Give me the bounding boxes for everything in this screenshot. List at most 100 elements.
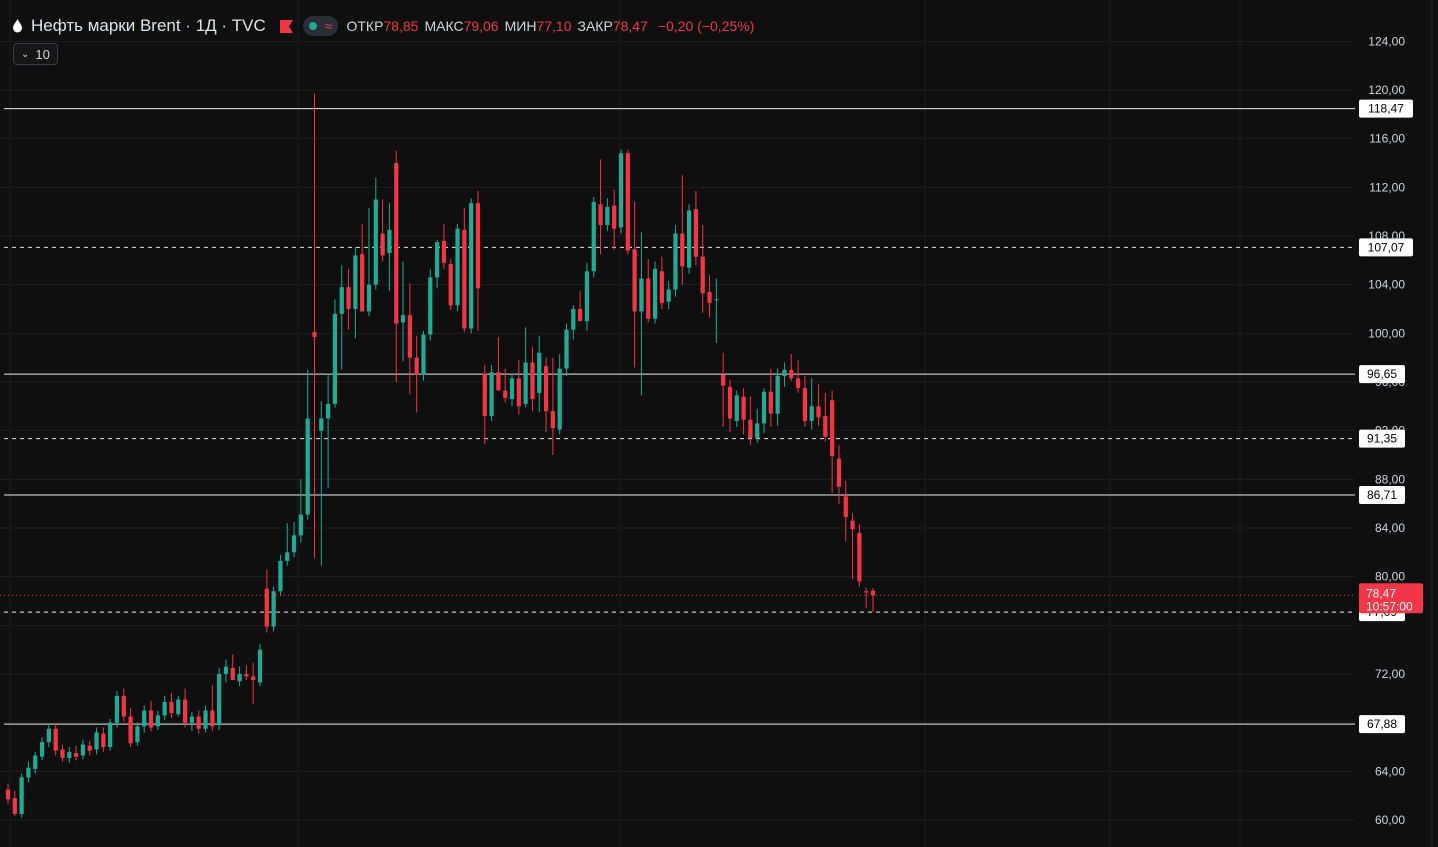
candle-body — [557, 368, 562, 430]
symbol-title[interactable]: Нефть марки Brent · 1Д · TVC — [31, 16, 266, 36]
candle-body — [326, 403, 331, 419]
candle-body — [721, 374, 726, 386]
candle-body — [680, 233, 685, 267]
candle-body — [475, 203, 481, 289]
candle-body — [836, 458, 842, 487]
candle-body — [795, 378, 801, 389]
oil-drop-icon — [13, 19, 22, 33]
candle-body — [857, 532, 862, 582]
candle-body — [217, 674, 222, 726]
ohlc-values: ОТКР78,85 МАКС79,06 МИН77,10 ЗАКР78,47 −… — [346, 18, 755, 34]
level-tag-label: 91,35 — [1367, 432, 1397, 446]
candle-body — [789, 369, 794, 379]
candle-body — [223, 666, 229, 674]
candle-body — [162, 701, 167, 716]
y-tick-label: 112,00 — [1369, 180, 1405, 194]
candle-body — [87, 745, 92, 751]
candle-body — [67, 751, 72, 758]
candle-body — [802, 388, 808, 421]
candle-body — [387, 229, 392, 254]
candle-body — [428, 277, 433, 335]
y-tick-label: 80,00 — [1375, 570, 1405, 584]
candle-body — [550, 411, 555, 429]
candle-body — [353, 255, 358, 309]
candle-body — [114, 695, 120, 723]
candle-body — [571, 309, 576, 330]
candle-body — [462, 229, 467, 329]
candle-body — [135, 726, 140, 743]
level-tags: 118,47107,0796,6591,3586,7177,0967,8878,… — [1359, 99, 1423, 734]
candle-body — [707, 291, 712, 303]
candle-body — [230, 667, 235, 681]
candle-body — [673, 233, 678, 290]
price-change: −0,20 (−0,25%) — [657, 18, 755, 34]
candle-body — [237, 674, 242, 682]
candle-body — [298, 514, 303, 536]
candle-body — [101, 733, 106, 747]
candle-body — [142, 710, 147, 727]
candle-body — [632, 249, 637, 312]
candle-body — [816, 406, 821, 418]
candle-body — [121, 695, 126, 717]
candle-body — [843, 496, 848, 518]
horizontal-levels — [4, 108, 1355, 725]
candle-body — [700, 256, 705, 294]
candle-body — [407, 315, 412, 358]
y-tick-label: 120,00 — [1368, 83, 1405, 97]
candle-body — [693, 209, 699, 257]
candle-body — [441, 240, 447, 263]
y-tick-label: 124,00 — [1368, 34, 1405, 48]
candle-body — [823, 416, 828, 437]
indicator-count: 10 — [35, 46, 50, 62]
candle-body — [366, 284, 372, 312]
candle-body — [360, 254, 365, 312]
y-tick-label: 64,00 — [1375, 764, 1405, 778]
candle-body — [870, 590, 876, 596]
candle-body — [73, 753, 79, 757]
price-chart[interactable]: 60,0064,0072,0080,0084,0088,0092,0096,00… — [0, 0, 1438, 847]
candle-body — [312, 332, 317, 337]
candle-body — [830, 400, 835, 457]
candle-body — [94, 732, 99, 750]
candle-body — [659, 271, 664, 303]
candle-body — [666, 289, 671, 302]
candle-body — [768, 391, 773, 414]
candle-body — [537, 352, 542, 393]
candle-body — [5, 789, 11, 800]
level-tag-label: 86,71 — [1367, 488, 1397, 502]
level-tag-label: 118,47 — [1368, 102, 1404, 116]
candle-body — [414, 357, 419, 375]
candle-body — [509, 378, 515, 400]
candle-body — [782, 369, 787, 376]
candle-body — [33, 755, 38, 769]
candle-body — [864, 591, 869, 593]
candle-body — [584, 271, 590, 322]
candle-body — [612, 205, 617, 229]
candle-body — [748, 419, 753, 438]
market-status-dot-icon — [308, 22, 317, 30]
candle-body — [285, 552, 290, 561]
candle-body — [496, 372, 501, 391]
candle-body — [319, 418, 324, 431]
y-tick-label: 116,00 — [1369, 132, 1405, 146]
candle-body — [39, 742, 45, 757]
candle-body — [421, 334, 426, 375]
candle-body — [12, 798, 17, 814]
candle-body — [652, 268, 658, 319]
candle-body — [809, 406, 814, 421]
candle-body — [618, 153, 624, 228]
candle-body — [19, 777, 24, 814]
symbol-legend: Нефть марки Brent · 1Д · TVC ≈ ОТКР78,85… — [12, 14, 754, 38]
y-tick-label: 84,00 — [1375, 521, 1405, 535]
candle-body — [646, 278, 651, 319]
candle-body — [196, 716, 201, 729]
indicator-pill[interactable]: ≈ — [302, 16, 339, 36]
candle-body — [455, 228, 460, 306]
candle-body — [598, 204, 603, 226]
flag-icon[interactable] — [279, 19, 293, 33]
candle-body — [148, 710, 154, 728]
collapse-indicators-button[interactable]: ⌄ 10 — [13, 43, 58, 65]
candle-body — [400, 315, 406, 323]
candle-body — [251, 676, 256, 681]
candle-body — [469, 203, 474, 329]
